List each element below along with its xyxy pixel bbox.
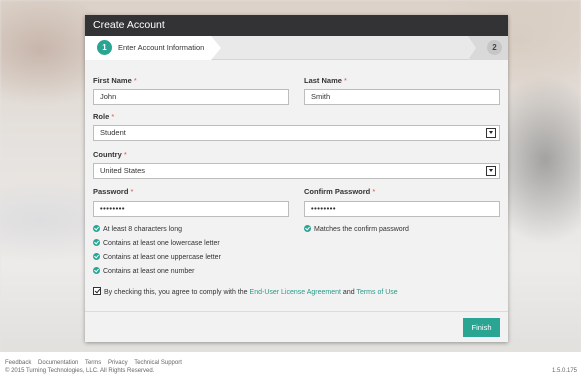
footer-link-terms[interactable]: Terms [85, 360, 101, 366]
page-footer: Feedback Documentation Terms Privacy Tec… [0, 352, 581, 379]
agreement-checkbox[interactable] [93, 287, 101, 295]
footer-links: Feedback Documentation Terms Privacy Tec… [5, 360, 187, 366]
password-rule-uppercase: Contains at least one uppercase letter [93, 253, 221, 262]
wizard-step-2: 2 [468, 36, 508, 60]
rule-text: Contains at least one number [103, 268, 195, 275]
country-select[interactable]: United States [93, 163, 500, 179]
wizard-steps: 1 Enter Account Information 2 [85, 36, 508, 60]
role-select-value: Student [100, 128, 126, 137]
eula-link[interactable]: End-User License Agreement [250, 289, 341, 296]
rule-text: Contains at least one uppercase letter [103, 254, 221, 261]
password-label: Password * [93, 187, 133, 196]
first-name-label-text: First Name [93, 76, 132, 85]
chevron-down-icon [486, 166, 496, 176]
rule-text: Contains at least one lowercase letter [103, 240, 220, 247]
confirm-password-label: Confirm Password * [304, 187, 375, 196]
password-label-text: Password [93, 187, 129, 196]
agreement-and: and [342, 289, 355, 296]
role-label: Role * [93, 112, 114, 121]
first-name-input[interactable]: John [93, 89, 289, 105]
confirm-password-input[interactable]: •••••••• [304, 201, 500, 217]
role-label-text: Role [93, 112, 110, 121]
terms-of-use-link[interactable]: Terms of Use [356, 289, 397, 296]
country-select-value: United States [100, 166, 146, 175]
check-circle-icon [93, 253, 100, 260]
confirm-rule-match: Matches the confirm password [304, 225, 409, 234]
check-circle-icon [93, 239, 100, 246]
create-account-panel: Create Account 1 Enter Account Informati… [85, 15, 508, 342]
password-rule-lowercase: Contains at least one lowercase letter [93, 239, 220, 248]
password-input[interactable]: •••••••• [93, 201, 289, 217]
required-marker: * [133, 76, 137, 85]
check-circle-icon [93, 267, 100, 274]
required-marker: * [372, 187, 376, 196]
footer-link-privacy[interactable]: Privacy [108, 360, 128, 366]
check-circle-icon [93, 225, 100, 232]
required-marker: * [123, 150, 127, 159]
last-name-label: Last Name * [304, 76, 347, 85]
first-name-label: First Name * [93, 76, 137, 85]
required-marker: * [344, 76, 347, 85]
footer-link-technical-support[interactable]: Technical Support [134, 360, 182, 366]
chevron-down-icon [486, 128, 496, 138]
check-circle-icon [304, 225, 311, 232]
rule-text: Matches the confirm password [314, 226, 409, 233]
footer-link-feedback[interactable]: Feedback [5, 360, 31, 366]
password-rule-number: Contains at least one number [93, 267, 194, 276]
country-label: Country * [93, 150, 127, 159]
copyright: © 2015 Turning Technologies, LLC. All Ri… [5, 368, 155, 374]
required-marker: * [130, 187, 134, 196]
role-select[interactable]: Student [93, 125, 500, 141]
panel-footer: Finish [85, 311, 508, 342]
step-2-number: 2 [487, 40, 502, 55]
last-name-label-text: Last Name [304, 76, 342, 85]
wizard-step-1: 1 Enter Account Information [85, 36, 221, 60]
country-label-text: Country [93, 150, 122, 159]
step-1-number: 1 [97, 40, 112, 55]
finish-button[interactable]: Finish [463, 318, 500, 337]
last-name-input[interactable]: Smith [304, 89, 500, 105]
required-marker: * [111, 112, 115, 121]
panel-title: Create Account [85, 15, 508, 36]
footer-link-documentation[interactable]: Documentation [38, 360, 78, 366]
version-number: 1.5.0.175 [551, 368, 577, 374]
agreement-text: By checking this, you agree to comply wi… [104, 289, 248, 296]
rule-text: At least 8 characters long [103, 226, 182, 233]
password-rule-length: At least 8 characters long [93, 225, 182, 234]
confirm-password-label-text: Confirm Password [304, 187, 371, 196]
agreement-row: By checking this, you agree to comply wi… [93, 287, 398, 297]
step-1-label: Enter Account Information [118, 43, 205, 52]
